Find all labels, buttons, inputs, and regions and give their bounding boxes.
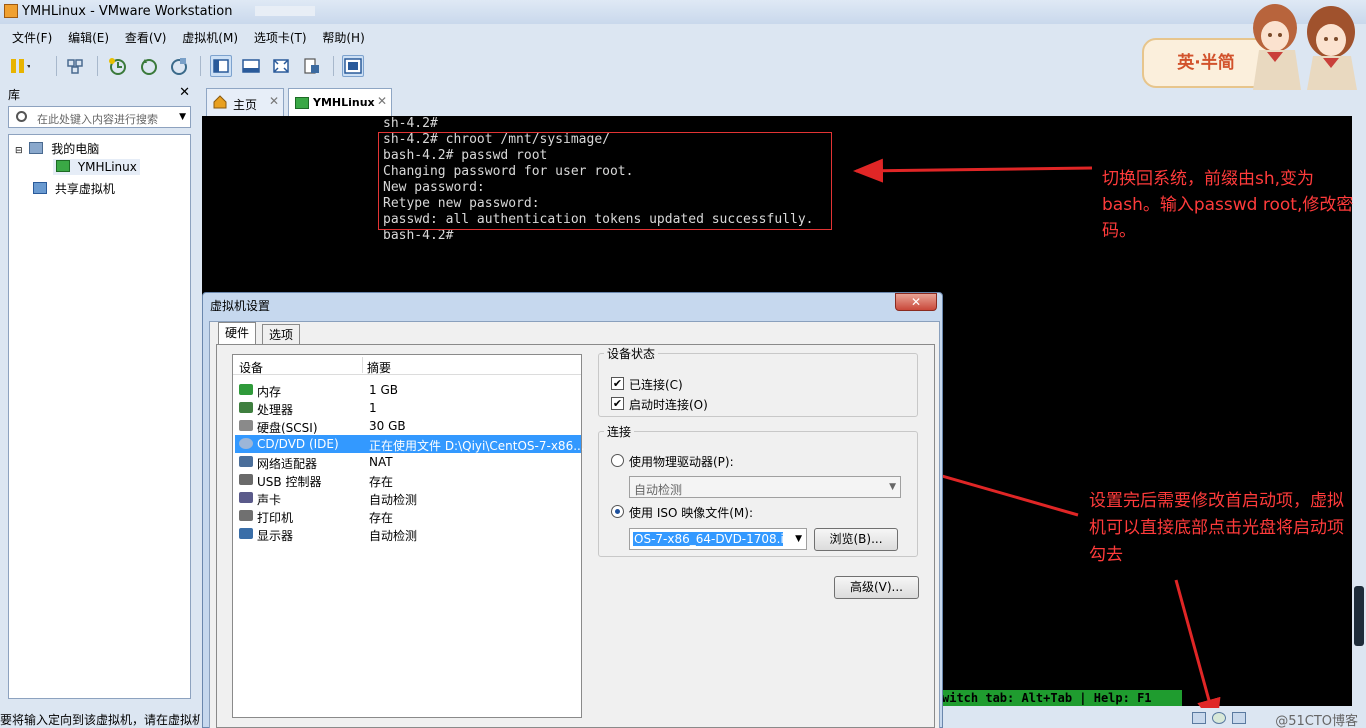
physical-drive-label: 使用物理驱动器(P): [629,455,734,469]
device-name: 处理器 [257,403,294,417]
device-name: 内存 [257,385,282,399]
chevron-down-icon[interactable]: ▼ [795,534,802,544]
device-summary: 自动检测 [369,529,418,543]
connect-at-power-on-label: 启动时连接(O) [629,398,708,412]
iso-file-radio[interactable] [611,505,624,518]
advanced-button[interactable]: 高级(V)... [834,576,919,599]
device-name: 打印机 [257,511,294,525]
annotation-arrow [853,158,1093,183]
device-name: 硬盘(SCSI) [257,421,318,435]
device-summary: 正在使用文件 D:\Qiyi\CentOS-7-x86... [369,439,585,453]
column-header-summary[interactable]: 摘要 [367,359,391,376]
harddisk-status-icon[interactable] [1192,712,1206,724]
memory-icon [239,384,253,395]
device-status-legend: 设备状态 [607,347,656,361]
device-row-cpu[interactable]: 处理器 1 [235,399,581,417]
chevron-down-icon: ▼ [889,482,896,492]
physical-drive-radio[interactable] [611,454,624,467]
tab-hardware[interactable]: 硬件 [218,322,257,345]
browse-button[interactable]: 浏览(B)... [814,528,898,551]
device-name: CD/DVD (IDE) [257,437,339,451]
dialog-title: 虚拟机设置 [210,299,271,313]
device-list: 设备 摘要 内存 1 GB 处理器 1 硬盘(SCSI) 30 GB CD/DV… [232,354,585,718]
device-summary: 自动检测 [369,493,418,507]
annotation-arrow [1174,579,1221,728]
vm-settings-dialog: 虚拟机设置 ✕ 硬件 选项 设备 摘要 内存 1 GB 处理器 1 硬盘(SCS… [202,292,943,728]
device-row-memory[interactable]: 内存 1 GB [235,381,581,399]
tab-options[interactable]: 选项 [262,324,301,344]
hardware-tab-content: 设备 摘要 内存 1 GB 处理器 1 硬盘(SCSI) 30 GB CD/DV… [216,344,935,728]
cpu-icon [239,402,253,413]
device-summary: NAT [369,455,393,469]
device-summary: 1 [369,401,377,415]
device-name: 声卡 [257,493,282,507]
column-separator [362,357,363,373]
connected-checkbox[interactable]: ✔ [611,377,624,390]
dialog-body: 硬件 选项 设备 摘要 内存 1 GB 处理器 1 硬盘(SCSI) 30 GB… [209,321,940,728]
device-summary: 存在 [369,511,394,525]
iso-path-combo[interactable]: OS-7-x86_64-DVD-1708.iso ▼ [629,528,807,550]
device-row-network[interactable]: 网络适配器 NAT [235,453,581,471]
device-row-display[interactable]: 显示器 自动检测 [235,525,581,543]
device-row-usb[interactable]: USB 控制器 存在 [235,471,581,489]
device-name: USB 控制器 [257,475,322,489]
status-message: 要将输入定向到该虚拟机，请在虚拟机 [0,713,200,727]
connected-label: 已连接(C) [629,378,683,392]
watermark: @51CTO博客 [1275,714,1358,728]
device-summary: 1 GB [369,383,398,397]
device-status-group: 设备状态 ✔ 已连接(C) ✔ 启动时连接(O) [598,345,918,417]
harddisk-icon [239,420,253,431]
cdrom-status-icon[interactable] [1212,712,1226,724]
speaker-icon [239,492,253,503]
printer-icon [239,510,253,521]
connect-at-power-on-checkbox[interactable]: ✔ [611,397,624,410]
device-row-sound[interactable]: 声卡 自动检测 [235,489,581,507]
column-header-device[interactable]: 设备 [239,359,263,376]
device-summary: 30 GB [369,419,406,433]
physical-drive-value: 自动检测 [634,483,683,497]
device-row-harddisk[interactable]: 硬盘(SCSI) 30 GB [235,417,581,435]
device-row-cdrom[interactable]: CD/DVD (IDE) 正在使用文件 D:\Qiyi\CentOS-7-x86… [235,435,585,453]
device-summary: 存在 [369,475,394,489]
device-list-header: 设备 摘要 [233,355,581,375]
monitor-icon [239,528,253,539]
iso-path-value[interactable]: OS-7-x86_64-DVD-1708.iso [633,532,783,546]
cdrom-icon [239,438,253,449]
connection-legend: 连接 [607,425,632,439]
network-icon [239,456,253,467]
connection-group: 连接 使用物理驱动器(P): 自动检测 ▼ 使用 ISO 映像文件(M): OS… [598,423,918,557]
device-name: 显示器 [257,529,294,543]
device-name: 网络适配器 [257,457,318,471]
dialog-close-button[interactable]: ✕ [895,293,937,311]
iso-file-label: 使用 ISO 映像文件(M): [629,506,753,520]
physical-drive-select: 自动检测 ▼ [629,476,901,498]
network-status-icon[interactable] [1232,712,1246,724]
usb-icon [239,474,253,485]
device-row-printer[interactable]: 打印机 存在 [235,507,581,525]
